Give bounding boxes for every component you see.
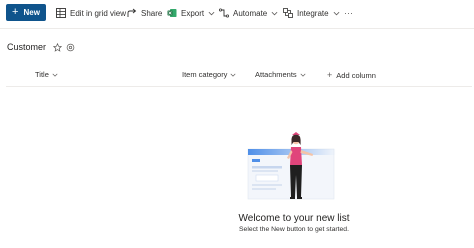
integrate-label: Integrate — [297, 8, 329, 18]
add-column-label: Add column — [336, 70, 376, 80]
export-label: Export — [181, 8, 205, 18]
share-label: Share — [141, 8, 163, 18]
new-button[interactable]: + New — [6, 4, 46, 21]
column-header-item-category[interactable]: Item category — [182, 70, 236, 79]
export-button[interactable]: Export — [167, 5, 215, 21]
flow-icon — [219, 8, 229, 18]
column-header-item-category-label: Item category — [182, 70, 228, 79]
star-icon[interactable] — [53, 42, 63, 52]
share-icon — [127, 8, 137, 17]
chevron-down-icon — [230, 73, 236, 77]
command-bar: + New Edit in grid view Share Export Aut… — [0, 0, 474, 24]
column-header-attachments-label: Attachments — [255, 70, 297, 79]
excel-icon — [167, 9, 177, 17]
chevron-down-icon — [300, 73, 306, 77]
column-header-divider — [6, 86, 472, 87]
automate-button[interactable]: Automate — [219, 5, 278, 21]
grid-icon — [56, 8, 66, 18]
plus-icon: + — [12, 6, 19, 18]
empty-state-heading: Welcome to your new list — [238, 213, 350, 224]
plus-icon: + — [327, 70, 333, 80]
empty-state-subtext: Select the New button to get started. — [239, 226, 349, 233]
chevron-down-icon — [52, 73, 58, 77]
settings-icon[interactable] — [66, 43, 75, 52]
chevron-down-icon — [333, 11, 339, 15]
integrate-icon — [283, 8, 293, 18]
column-header-attachments[interactable]: Attachments — [255, 70, 306, 79]
edit-in-grid-view-button[interactable]: Edit in grid view — [56, 5, 126, 21]
chevron-down-icon — [271, 11, 278, 15]
column-header-title-label: Title — [35, 70, 49, 79]
more-options-label: ··· — [344, 8, 353, 18]
share-button[interactable]: Share — [127, 5, 162, 21]
page-title: Customer — [7, 42, 47, 52]
chevron-down-icon — [208, 11, 215, 15]
list-header: Customer — [7, 42, 75, 52]
automate-label: Automate — [233, 8, 268, 18]
integrate-button[interactable]: Integrate — [283, 5, 340, 21]
empty-list-illustration — [247, 132, 336, 200]
more-options-button[interactable]: ··· — [344, 5, 353, 21]
edit-in-grid-view-label: Edit in grid view — [70, 8, 127, 18]
toolbar-divider — [0, 28, 474, 29]
column-header-title[interactable]: Title — [35, 70, 58, 79]
new-button-label: New — [23, 8, 40, 17]
add-column-button[interactable]: + Add column — [327, 70, 376, 80]
